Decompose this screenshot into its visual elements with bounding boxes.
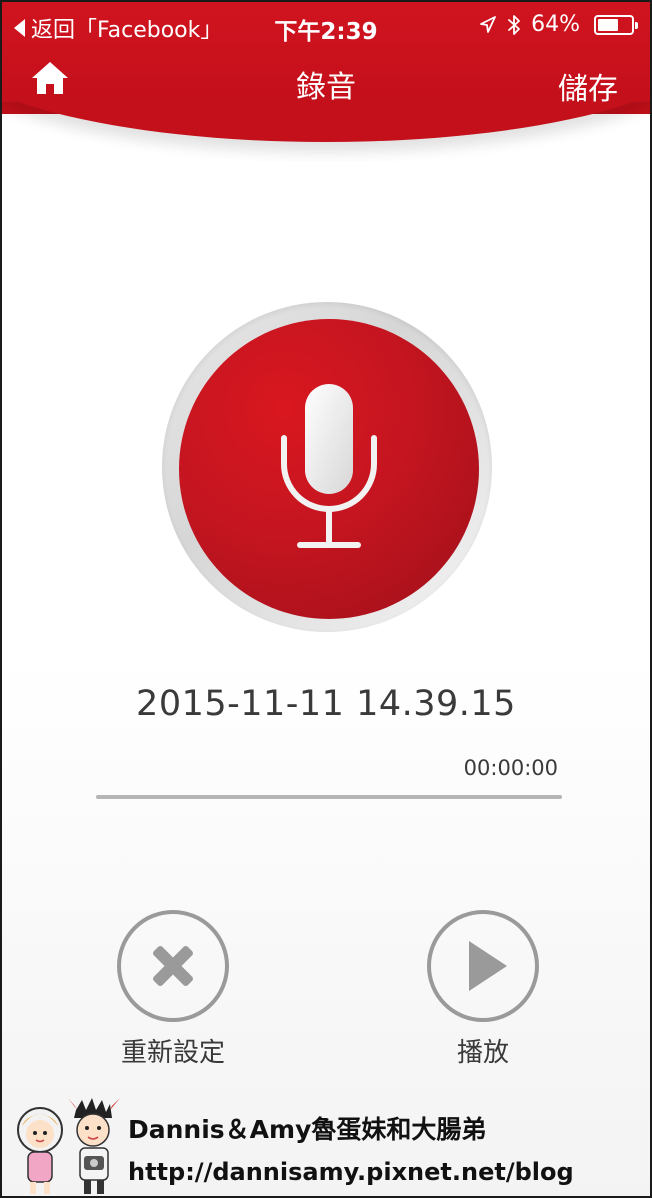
status-bar: 返回「Facebook」 下午2:39 64% — [2, 2, 650, 52]
reset-label: 重新設定 — [120, 1038, 225, 1068]
status-indicators: 64% — [479, 12, 638, 37]
microphone-icon — [281, 384, 377, 548]
bluetooth-icon — [508, 14, 520, 35]
app-frame: 返回「Facebook」 下午2:39 64% 錄音 儲存 2015-11-11… — [0, 0, 652, 1198]
play-label: 播放 — [456, 1038, 509, 1068]
record-button[interactable] — [179, 319, 479, 619]
blog-mascot-logo — [17, 1098, 120, 1194]
header-bar: 返回「Facebook」 下午2:39 64% 錄音 儲存 — [2, 2, 650, 114]
watermark-title: Dannis＆Amy魯蛋妹和大腸弟 — [128, 1115, 487, 1144]
recording-duration: 00:00:00 — [463, 756, 558, 780]
blog-watermark: Dannis＆Amy魯蛋妹和大腸弟 http://dannisamy.pixne… — [2, 1092, 650, 1196]
battery-icon — [594, 14, 638, 35]
progress-bar[interactable] — [96, 795, 562, 799]
close-x-icon — [153, 946, 193, 986]
play-button[interactable] — [427, 910, 539, 1022]
recording-timestamp: 2015-11-11 14.39.15 — [136, 684, 516, 724]
play-icon — [469, 941, 507, 991]
page-title: 錄音 — [296, 70, 356, 105]
reset-button[interactable] — [117, 910, 229, 1022]
battery-percent: 64% — [531, 12, 580, 37]
header-curve — [2, 102, 650, 162]
battery-fill — [598, 18, 619, 31]
watermark-url: http://dannisamy.pixnet.net/blog — [128, 1158, 574, 1186]
location-arrow-icon — [480, 15, 496, 33]
